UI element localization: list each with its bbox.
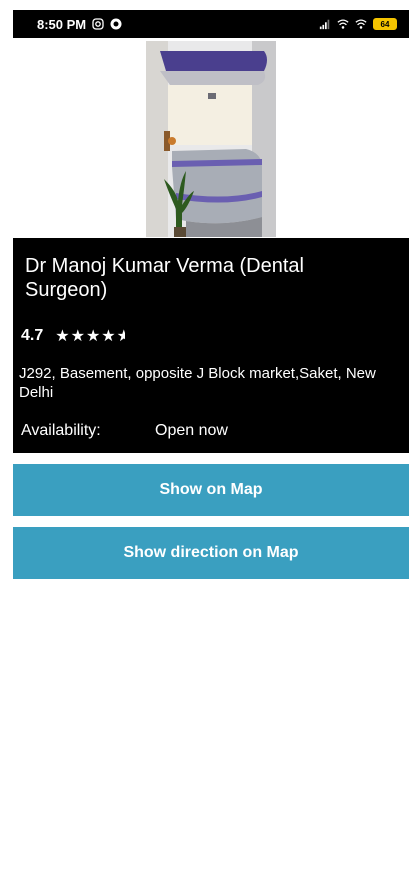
star-icon: ★ bbox=[70, 328, 86, 345]
show-direction-button[interactable]: Show direction on Map bbox=[13, 527, 409, 579]
status-bar: 8:50 PM 64 bbox=[13, 10, 409, 38]
instagram-icon bbox=[92, 18, 104, 30]
wifi-icon bbox=[337, 19, 349, 29]
status-right: 64 bbox=[319, 18, 397, 30]
rating-stars: ★ ★ ★ ★ ★ bbox=[55, 326, 124, 346]
clinic-photo bbox=[146, 41, 276, 237]
clinic-photo-container bbox=[13, 38, 409, 238]
doctor-info-panel: Dr Manoj Kumar Verma (Dental Surgeon) 4.… bbox=[13, 238, 409, 453]
availability-row: Availability: Open now bbox=[21, 422, 228, 440]
wifi-icon-secondary bbox=[355, 19, 367, 29]
rating-value: 4.7 bbox=[21, 327, 44, 344]
signal-icon bbox=[319, 19, 330, 30]
clinic-address: J292, Basement, opposite J Block market,… bbox=[19, 365, 376, 401]
doctor-name: Dr Manoj Kumar Verma (Dental Surgeon) bbox=[25, 255, 304, 301]
rating-row: 4.7 ★ ★ ★ ★ ★ bbox=[21, 326, 125, 346]
availability-value: Open now bbox=[155, 422, 228, 439]
star-icon: ★ bbox=[55, 328, 71, 345]
star-icon: ★ bbox=[85, 328, 102, 345]
show-on-map-button[interactable]: Show on Map bbox=[13, 464, 409, 516]
status-left: 8:50 PM bbox=[37, 17, 122, 32]
battery-icon: 64 bbox=[373, 18, 397, 30]
half-star-icon: ★ bbox=[117, 326, 125, 346]
status-time: 8:50 PM bbox=[37, 16, 87, 32]
star-icon: ★ bbox=[101, 328, 117, 345]
notification-dot-icon bbox=[110, 18, 122, 30]
availability-label: Availability: bbox=[21, 422, 101, 439]
